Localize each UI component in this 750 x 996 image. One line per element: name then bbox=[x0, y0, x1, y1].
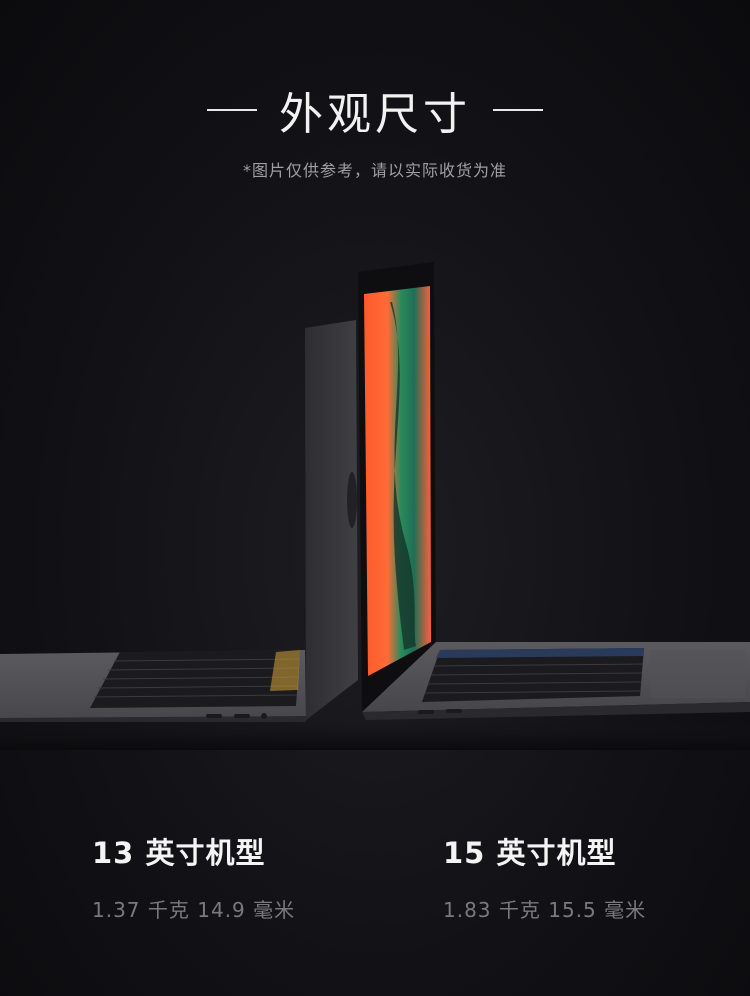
headphone-jack bbox=[261, 713, 267, 719]
trackpad bbox=[650, 650, 745, 698]
model-spec: 1.37 千克 14.9 毫米 bbox=[92, 898, 296, 922]
model-name: 13 英寸机型 bbox=[92, 836, 266, 870]
title-dash-left bbox=[207, 109, 257, 111]
usb-c-port bbox=[446, 709, 462, 713]
model-13-inch: 13 英寸机型 1.37 千克 14.9 毫米 bbox=[92, 830, 295, 923]
model-15-inch: 15 英寸机型 1.83 千克 15.5 毫米 bbox=[443, 830, 646, 923]
usb-c-port bbox=[234, 714, 250, 718]
laptops-image bbox=[0, 262, 750, 750]
title-dash-right bbox=[493, 109, 543, 111]
laptop-13-inch bbox=[0, 320, 358, 722]
laptops-illustration bbox=[0, 250, 750, 750]
section-title-row: 外观尺寸 bbox=[0, 78, 750, 142]
laptop-15-keyboard bbox=[422, 648, 644, 702]
usb-c-port bbox=[206, 714, 222, 718]
disclaimer-note: *图片仅供参考，请以实际收货为准 bbox=[242, 161, 507, 180]
laptop-15-inch bbox=[358, 262, 750, 720]
apple-logo-icon bbox=[347, 472, 357, 528]
section-title: 外观尺寸 bbox=[279, 89, 471, 140]
usb-c-port bbox=[418, 710, 434, 714]
laptop-15-screen bbox=[364, 286, 431, 676]
model-spec: 1.83 千克 15.5 毫米 bbox=[443, 898, 647, 922]
model-name: 15 英寸机型 bbox=[443, 836, 617, 870]
laptop-13-keyboard bbox=[90, 650, 300, 708]
